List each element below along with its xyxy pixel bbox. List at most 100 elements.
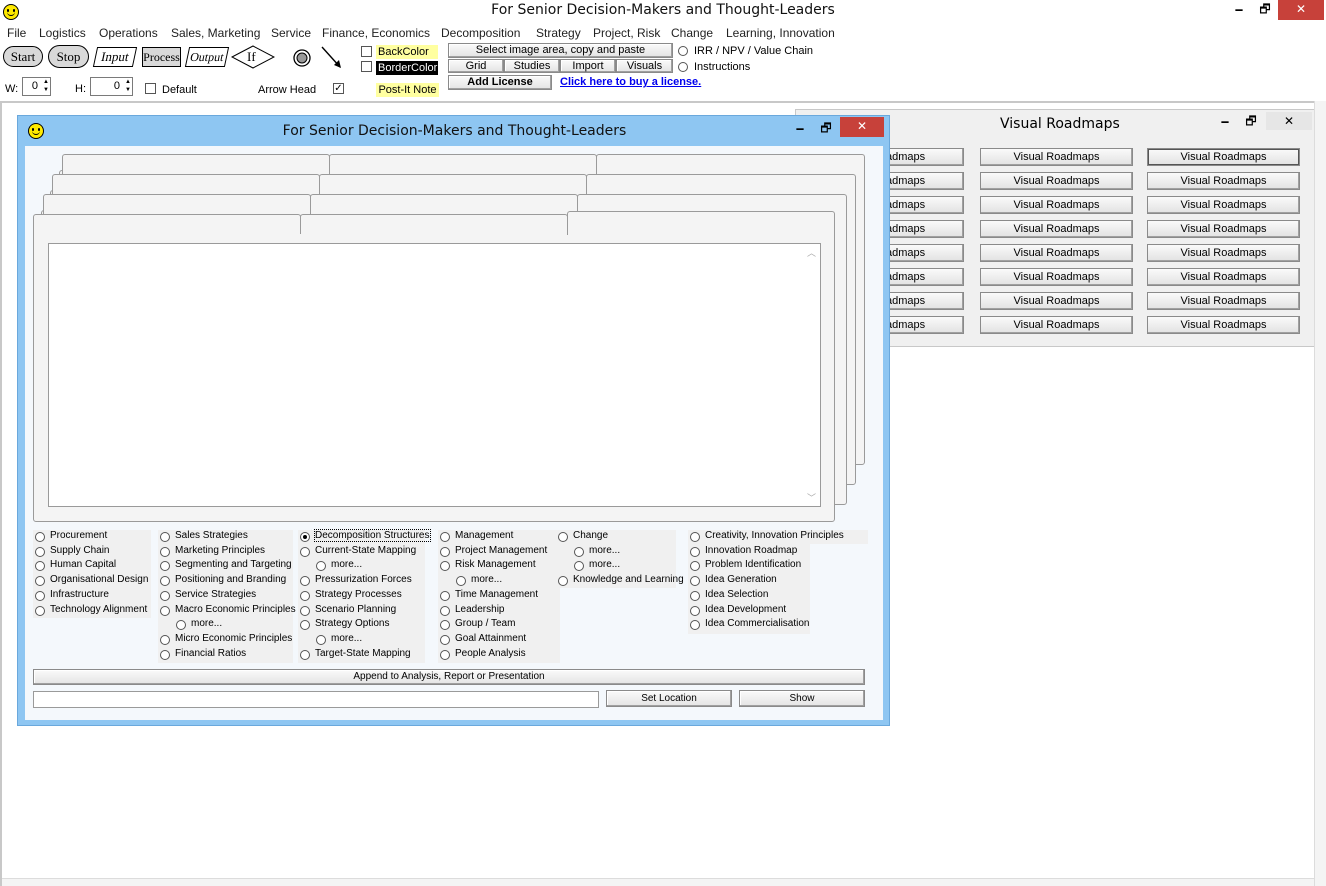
visuals-button[interactable]: Visuals [616, 59, 673, 73]
restore-icon[interactable]: 🗗 [814, 119, 838, 137]
tab-header[interactable] [586, 174, 856, 194]
add-license-button[interactable]: Add License [448, 75, 552, 90]
backcolor-swatch[interactable]: BackColor [376, 45, 438, 59]
option-radio[interactable] [440, 634, 450, 645]
option-radio[interactable] [160, 546, 170, 557]
menu-change[interactable]: Change [671, 24, 713, 42]
bordercolor-checkbox[interactable] [361, 61, 372, 72]
location-input[interactable] [33, 691, 599, 708]
postit-note-button[interactable]: Post-It Note [376, 83, 439, 97]
input-shape-button[interactable]: Input [92, 47, 138, 67]
option-radio[interactable] [440, 546, 450, 557]
vertical-scrollbar[interactable] [1314, 101, 1326, 886]
close-icon[interactable]: ✕ [840, 117, 884, 137]
studies-button[interactable]: Studies [504, 59, 560, 73]
option-radio[interactable] [440, 649, 450, 660]
visual-roadmaps-button[interactable]: Visual Roadmaps [1147, 172, 1300, 190]
visual-roadmaps-button[interactable]: Visual Roadmaps [980, 220, 1133, 238]
option-radio[interactable] [690, 605, 700, 616]
option-radio[interactable] [316, 634, 326, 645]
menu-file[interactable]: File [7, 24, 26, 42]
visual-roadmaps-button[interactable]: Visual Roadmaps [980, 316, 1133, 334]
circle-shape-icon[interactable] [292, 48, 312, 68]
bordercolor-swatch[interactable]: BorderColor [376, 61, 438, 75]
option-radio[interactable] [300, 649, 310, 660]
menu-decomposition[interactable]: Decomposition [441, 24, 520, 42]
menu-strategy[interactable]: Strategy [536, 24, 581, 42]
buy-license-link[interactable]: Click here to buy a license. [560, 76, 701, 88]
height-spinner[interactable]: 0 ▲ ▼ [90, 77, 133, 96]
visual-roadmaps-button[interactable]: Visual Roadmaps [1147, 292, 1300, 310]
menu-logistics[interactable]: Logistics [39, 24, 86, 42]
visual-roadmaps-button[interactable]: Visual Roadmaps [980, 148, 1133, 166]
tab-header[interactable] [33, 214, 301, 234]
visual-roadmaps-button[interactable]: Visual Roadmaps [1147, 268, 1300, 286]
visual-roadmaps-button[interactable]: Visual Roadmaps [980, 172, 1133, 190]
import-button[interactable]: Import [560, 59, 616, 73]
select-image-button[interactable]: Select image area, copy and paste [448, 43, 673, 58]
close-icon[interactable]: ✕ [1266, 112, 1312, 130]
show-button[interactable]: Show [739, 690, 865, 707]
visual-roadmaps-button[interactable]: Visual Roadmaps [1147, 196, 1300, 214]
option-radio[interactable] [35, 532, 45, 542]
tab-header[interactable] [43, 194, 311, 214]
option-radio[interactable] [440, 605, 450, 616]
menu-operations[interactable]: Operations [99, 24, 158, 42]
start-shape-button[interactable]: Start [3, 46, 43, 67]
scroll-down-icon[interactable]: ﹀ [807, 491, 816, 504]
option-radio[interactable] [35, 590, 45, 601]
visual-roadmaps-button[interactable]: Visual Roadmaps [980, 292, 1133, 310]
output-shape-button[interactable]: Output [184, 47, 230, 67]
option-radio[interactable] [300, 532, 310, 542]
arrow-line-icon[interactable] [320, 45, 344, 71]
process-shape-button[interactable]: Process [142, 47, 181, 67]
set-location-button[interactable]: Set Location [606, 690, 732, 707]
spin-up-icon[interactable]: ▲ [43, 79, 49, 86]
backcolor-checkbox[interactable] [361, 46, 372, 57]
option-radio[interactable] [690, 546, 700, 557]
visual-roadmaps-button[interactable]: Visual Roadmaps [980, 268, 1133, 286]
append-analysis-button[interactable]: Append to Analysis, Report or Presentati… [33, 669, 865, 685]
stop-shape-button[interactable]: Stop [48, 45, 89, 68]
tab-header[interactable] [329, 154, 597, 174]
tab-header-active[interactable] [567, 211, 835, 235]
option-radio[interactable] [440, 590, 450, 601]
scroll-up-icon[interactable]: ︿ [807, 246, 816, 259]
minimize-icon[interactable]: 🗕 [1212, 112, 1238, 130]
restore-icon[interactable]: 🗗 [1252, 0, 1278, 20]
option-radio[interactable] [160, 649, 170, 660]
width-spinner[interactable]: 0 ▲ ▼ [22, 77, 51, 96]
option-radio[interactable] [690, 532, 700, 542]
instructions-radio[interactable] [678, 62, 688, 72]
option-radio[interactable] [160, 605, 170, 616]
option-radio[interactable] [300, 605, 310, 616]
tab-header[interactable] [596, 154, 865, 174]
restore-icon[interactable]: 🗗 [1238, 112, 1264, 130]
content-textarea[interactable]: ︿ ﹀ [48, 243, 821, 507]
tab-header[interactable] [310, 194, 578, 214]
option-radio[interactable] [160, 590, 170, 601]
option-radio[interactable] [300, 546, 310, 557]
option-radio[interactable] [690, 590, 700, 601]
arrow-head-checkbox[interactable]: ✓ [333, 83, 344, 94]
tab-header[interactable] [52, 174, 320, 194]
spin-up-icon[interactable]: ▲ [125, 79, 131, 86]
tab-header[interactable] [62, 154, 330, 174]
visual-roadmaps-button[interactable]: Visual Roadmaps [980, 244, 1133, 262]
visual-roadmaps-button[interactable]: Visual Roadmaps [1147, 316, 1300, 334]
option-radio[interactable] [558, 532, 568, 542]
tab-header[interactable] [319, 174, 587, 194]
minimize-icon[interactable]: 🗕 [788, 119, 812, 137]
option-radio[interactable] [440, 532, 450, 542]
tab-header[interactable] [300, 214, 568, 234]
spin-down-icon[interactable]: ▼ [43, 87, 49, 94]
minimize-icon[interactable]: 🗕 [1226, 0, 1252, 20]
horizontal-scrollbar[interactable] [2, 878, 1314, 886]
spin-down-icon[interactable]: ▼ [125, 87, 131, 94]
close-icon[interactable]: ✕ [1278, 0, 1324, 20]
menu-service[interactable]: Service [271, 24, 311, 42]
option-radio[interactable] [35, 605, 45, 616]
option-radio[interactable] [160, 634, 170, 645]
menu-finance-economics[interactable]: Finance, Economics [322, 24, 430, 42]
visual-roadmaps-button[interactable]: Visual Roadmaps [1147, 244, 1300, 262]
